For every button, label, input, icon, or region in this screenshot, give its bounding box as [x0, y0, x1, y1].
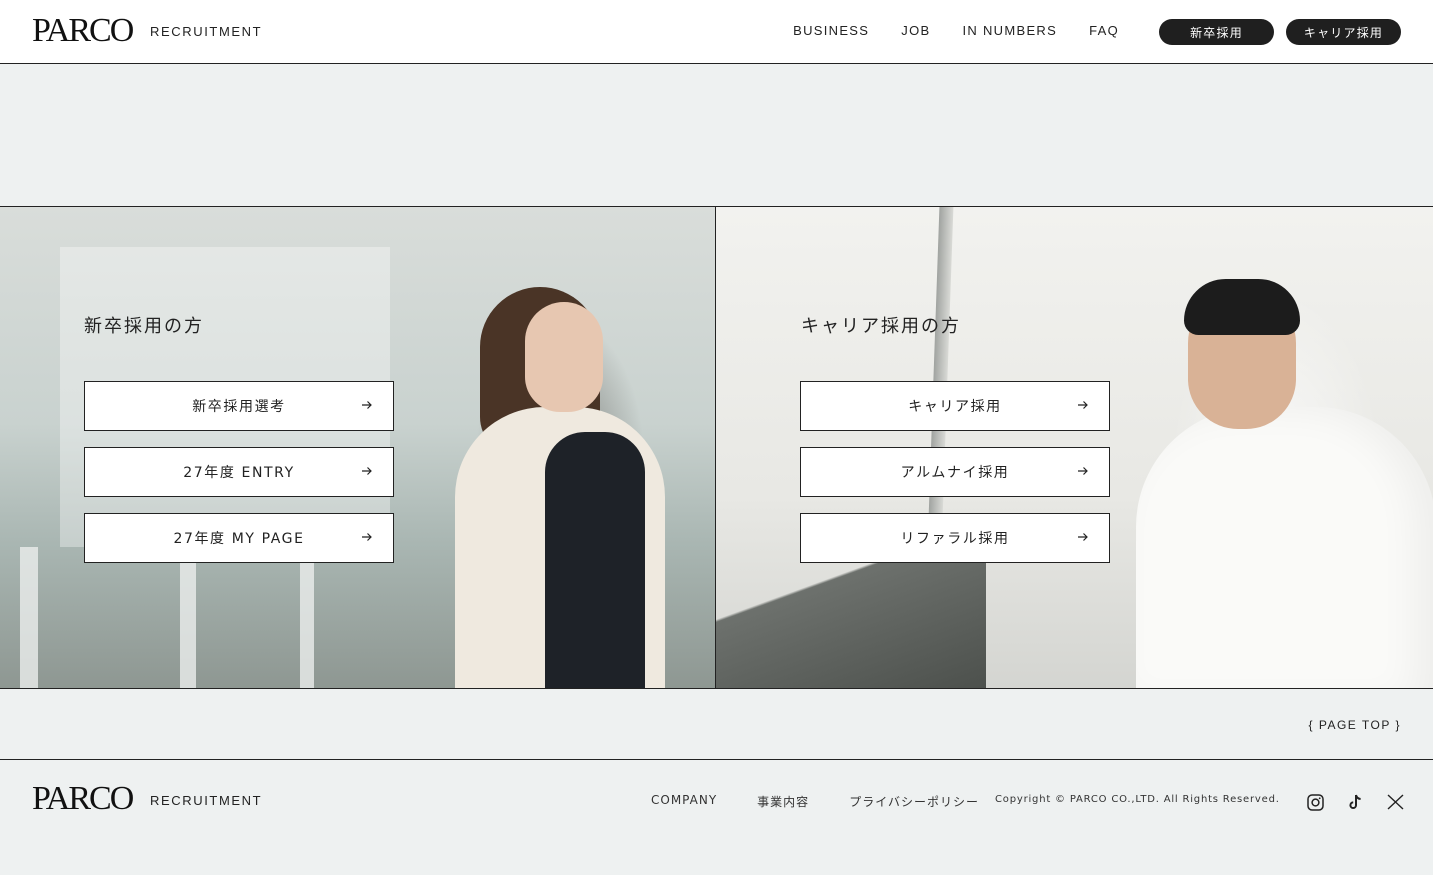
- woman-photo-face: [525, 302, 603, 412]
- button-label: リファラル採用: [900, 531, 1010, 547]
- tiktok-icon[interactable]: [1346, 793, 1364, 811]
- footer-links: COMPANY 事業内容 プライバシーポリシー: [651, 793, 979, 810]
- arrow-right-icon: [1078, 401, 1088, 409]
- copyright-text: Copyright © PARCO CO.,LTD. All Rights Re…: [995, 794, 1280, 805]
- referral-recruit-button[interactable]: リファラル採用: [800, 513, 1110, 563]
- page-top-link[interactable]: { PAGE TOP }: [1309, 718, 1402, 732]
- button-label: 27年度 MY PAGE: [173, 531, 305, 547]
- man-photo-hair: [1184, 279, 1300, 335]
- site-footer: PARCO RECRUITMENT COMPANY 事業内容 プライバシーポリシ…: [0, 759, 1433, 875]
- arrow-right-icon: [1078, 467, 1088, 475]
- mypage-27-button[interactable]: 27年度 MY PAGE: [84, 513, 394, 563]
- entry-27-button[interactable]: 27年度 ENTRY: [84, 447, 394, 497]
- new-grad-panel: 新卒採用の方 新卒採用選考 27年度 ENTRY 27年度 MY PAGE: [0, 207, 716, 688]
- career-recruit-link-button[interactable]: キャリア採用: [800, 381, 1110, 431]
- pillar-shape: [20, 547, 38, 688]
- footer-parco-logo[interactable]: PARCO: [32, 782, 134, 816]
- career-title: キャリア採用の方: [801, 316, 961, 337]
- nav-faq[interactable]: FAQ: [1089, 22, 1119, 40]
- nav-business[interactable]: BUSINESS: [793, 22, 869, 40]
- arrow-right-icon: [1078, 533, 1088, 541]
- pillar-shape: [300, 547, 314, 688]
- recruitment-label: RECRUITMENT: [150, 24, 263, 39]
- career-panel: キャリア採用の方 キャリア採用 アルムナイ採用 リファラル採用: [716, 207, 1433, 688]
- pillar-shape: [180, 547, 196, 688]
- man-photo-body: [1136, 407, 1433, 688]
- footer-link-company[interactable]: COMPANY: [651, 793, 717, 810]
- nav-in-numbers[interactable]: IN NUMBERS: [962, 22, 1057, 40]
- woman-photo-shirt: [545, 432, 645, 688]
- new-grad-buttons: 新卒採用選考 27年度 ENTRY 27年度 MY PAGE: [84, 381, 394, 563]
- recruit-panels: 新卒採用の方 新卒採用選考 27年度 ENTRY 27年度 MY PAGE キャ…: [0, 206, 1433, 689]
- button-label: アルムナイ採用: [900, 465, 1010, 481]
- nav-job[interactable]: JOB: [901, 22, 930, 40]
- button-label: 27年度 ENTRY: [183, 465, 295, 481]
- arrow-right-icon: [362, 401, 372, 409]
- career-buttons: キャリア採用 アルムナイ採用 リファラル採用: [800, 381, 1110, 563]
- career-recruit-button[interactable]: キャリア採用: [1286, 19, 1401, 45]
- footer-link-privacy[interactable]: プライバシーポリシー: [849, 793, 979, 810]
- new-grad-selection-button[interactable]: 新卒採用選考: [84, 381, 394, 431]
- button-label: 新卒採用選考: [192, 399, 286, 415]
- arrow-right-icon: [362, 467, 372, 475]
- arrow-right-icon: [362, 533, 372, 541]
- site-header: PARCO RECRUITMENT BUSINESS JOB IN NUMBER…: [0, 0, 1433, 64]
- instagram-icon[interactable]: [1306, 793, 1324, 811]
- footer-link-business[interactable]: 事業内容: [757, 793, 809, 810]
- new-grad-title: 新卒採用の方: [84, 316, 204, 337]
- footer-recruitment-label: RECRUITMENT: [150, 793, 263, 808]
- main-nav: BUSINESS JOB IN NUMBERS FAQ: [793, 22, 1119, 40]
- social-links: [1306, 793, 1404, 811]
- alumni-recruit-button[interactable]: アルムナイ採用: [800, 447, 1110, 497]
- button-label: キャリア採用: [908, 399, 1002, 415]
- parco-logo[interactable]: PARCO: [32, 14, 134, 48]
- x-icon[interactable]: [1386, 793, 1404, 811]
- new-grad-recruit-button[interactable]: 新卒採用: [1159, 19, 1274, 45]
